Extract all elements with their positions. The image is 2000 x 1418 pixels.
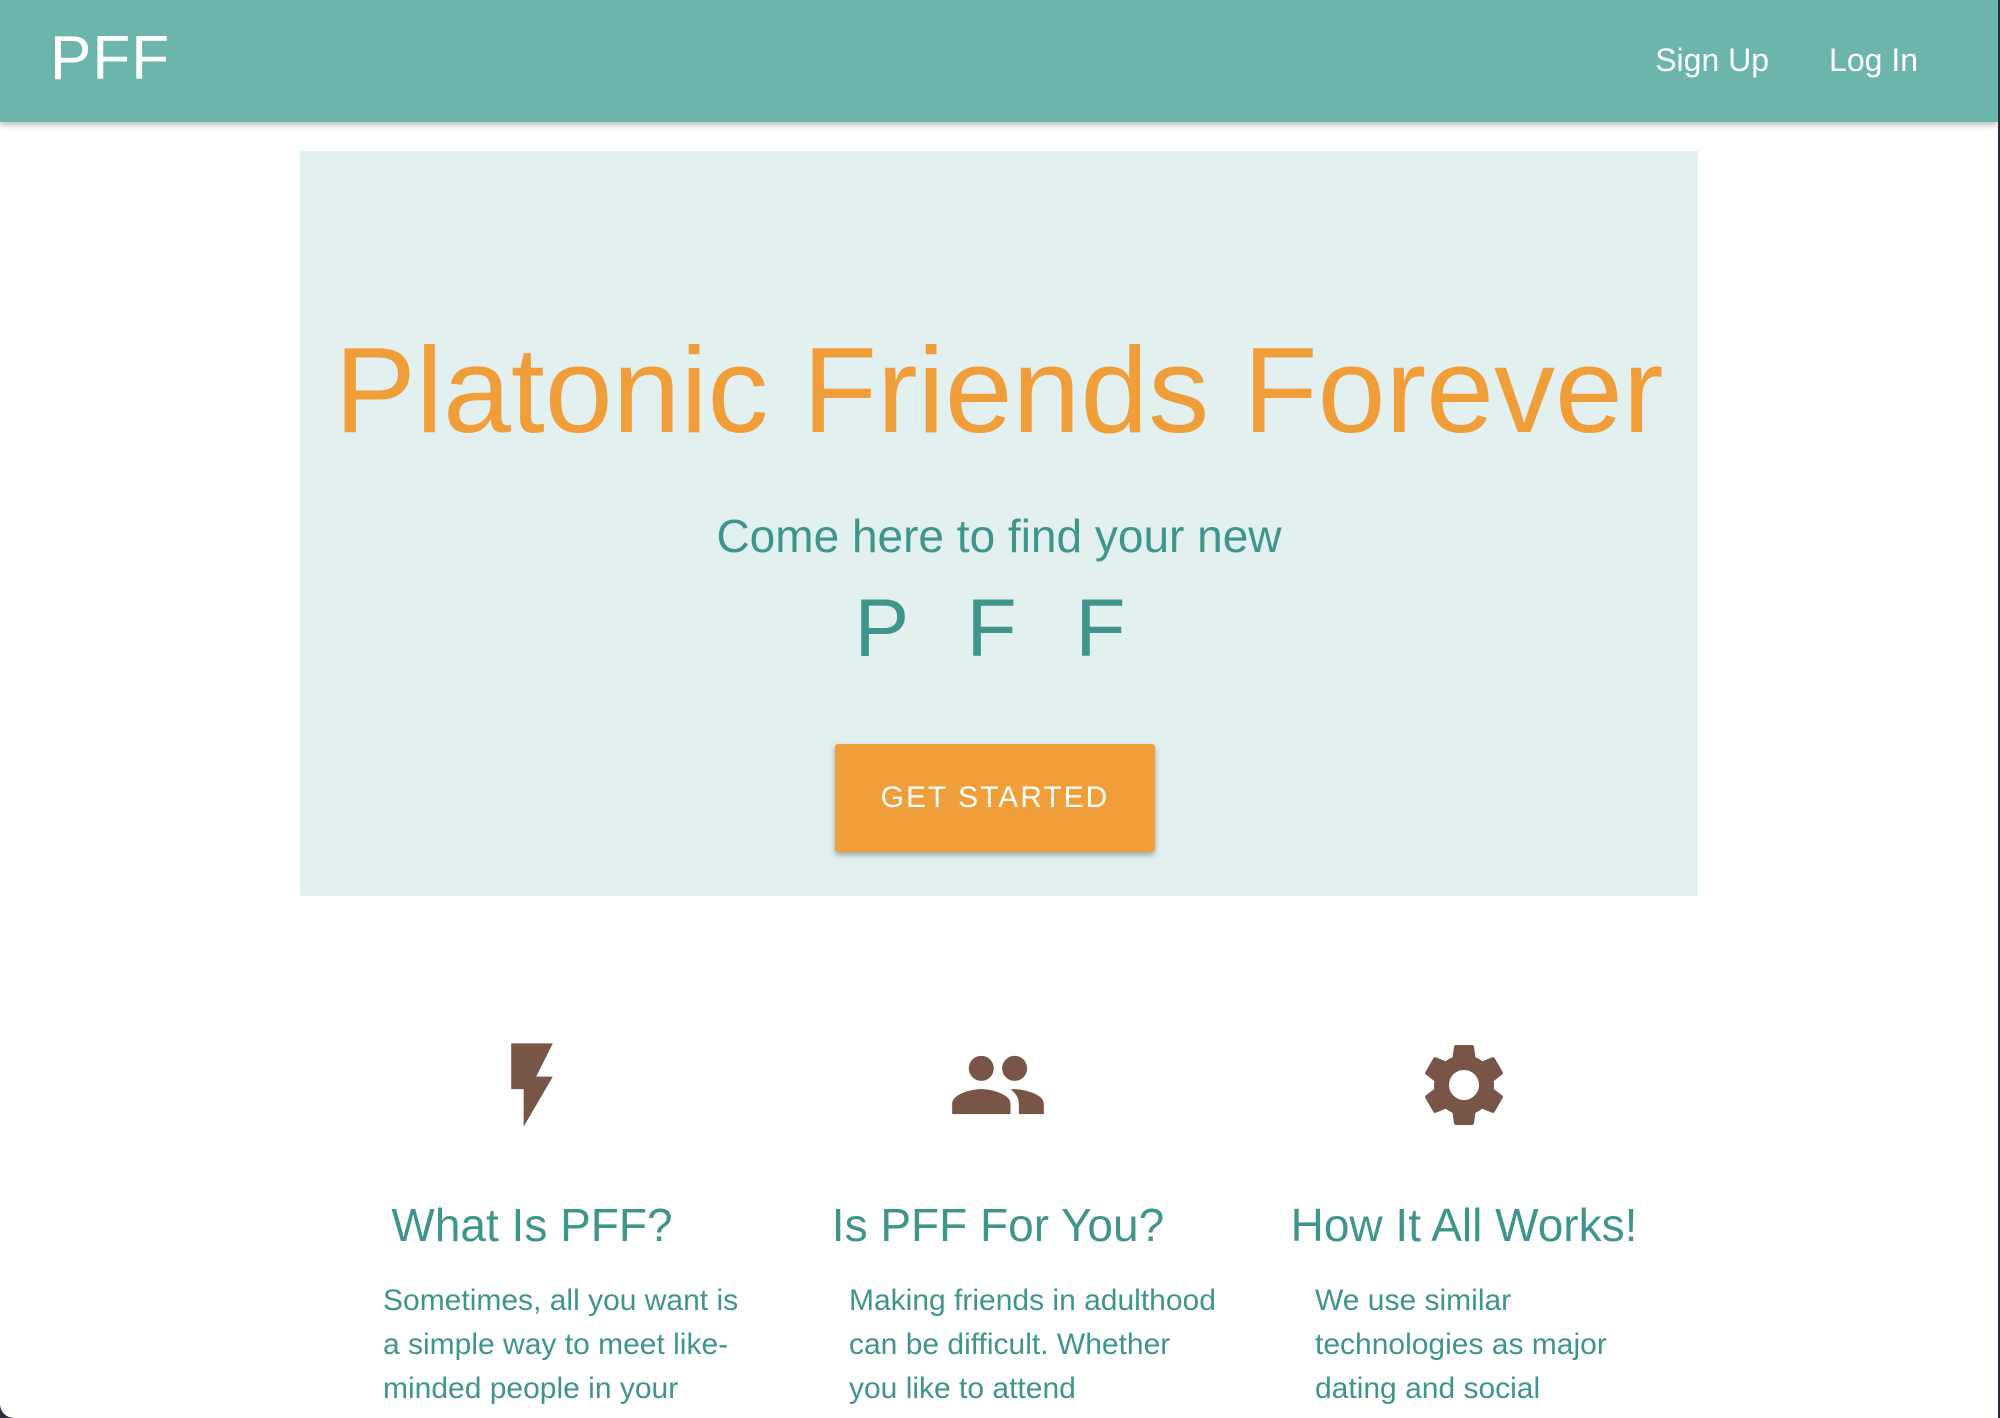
feature-text: Making friends in adulthood can be diffi… (849, 1284, 1216, 1405)
feature-text: Sometimes, all you want is a simple way … (383, 1284, 739, 1405)
feature-title: How It All Works! (1290, 1199, 1638, 1251)
brand-logo[interactable]: PFF (50, 24, 170, 94)
hero-title: Platonic Friends Forever (334, 322, 1664, 458)
hero-subtitle: Come here to find your new (716, 510, 1282, 562)
flash-icon (511, 1043, 553, 1127)
feature-title: What Is PFF? (391, 1199, 673, 1251)
feature-title: Is PFF For You? (831, 1199, 1165, 1251)
people-icon (952, 1055, 1044, 1115)
hero-section: Platonic Friends Forever Come here to fi… (300, 151, 1698, 896)
gear-icon (1425, 1045, 1503, 1125)
hero-acronym: P F F (854, 583, 1144, 674)
navbar: PFF Sign Up Log In (0, 0, 1998, 122)
page: PFF Sign Up Log In Platonic Friends Fore… (0, 0, 1998, 1418)
nav-links: Sign Up Log In (1595, 38, 1918, 82)
get-started-button[interactable]: GET STARTED (835, 744, 1155, 852)
sign-up-link[interactable]: Sign Up (1655, 38, 1769, 82)
feature-text: We use similar technologies as major dat… (1315, 1284, 1607, 1405)
log-in-link[interactable]: Log In (1829, 38, 1918, 82)
